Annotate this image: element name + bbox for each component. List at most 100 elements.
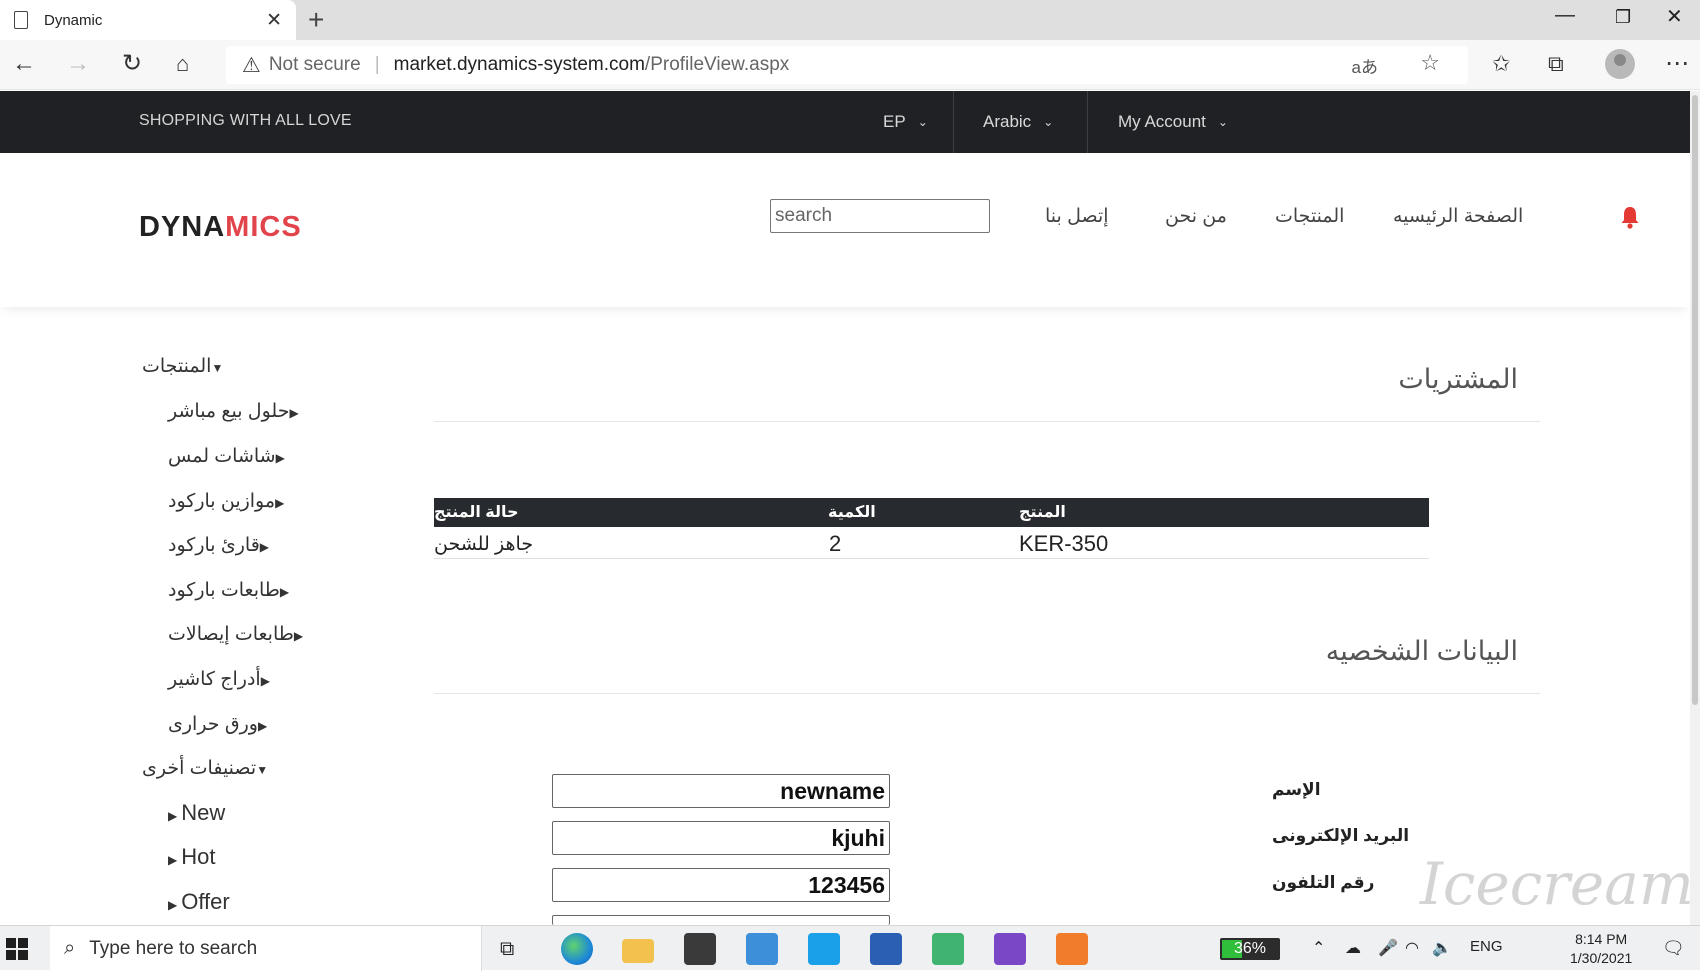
nav-home[interactable]: الصفحة الرئيسيه [1393, 205, 1523, 228]
windows-start-icon[interactable] [6, 938, 28, 960]
sidebar-item[interactable]: ▶ورق حرارى [168, 713, 271, 736]
sidebar-item[interactable]: ▶شاشات لمس [168, 445, 289, 468]
onedrive-icon[interactable]: ☁ [1345, 938, 1361, 958]
read-aloud-icon[interactable]: aあ [1352, 53, 1378, 78]
caret-down-icon: ▼ [211, 361, 224, 375]
sidebar-item[interactable]: ▶قارئ باركود [168, 534, 273, 557]
notifications-icon[interactable]: 🗨 [1662, 938, 1685, 959]
recorder-watermark-logo: Icecream [1420, 850, 1694, 918]
label-email: البريد الإلكترونى [1272, 826, 1410, 845]
clock-date: 1/30/2021 [1570, 950, 1633, 966]
search-input[interactable] [770, 199, 990, 233]
sidebar-heading-label: المنتجات [142, 356, 212, 377]
caret-right-icon: ▶ [168, 853, 178, 867]
minimize-icon[interactable]: — [1555, 4, 1575, 27]
add-favorite-icon[interactable]: ☆ [1420, 50, 1440, 76]
sidebar-item[interactable]: ▶حلول بيع مباشر [168, 400, 303, 423]
edge-icon[interactable] [561, 933, 593, 965]
logo-text-dark: DYNA [139, 211, 226, 243]
caret-right-icon: ▶ [259, 540, 270, 554]
divider [1087, 91, 1088, 153]
more-icon[interactable]: ⋯ [1665, 50, 1689, 78]
chevron-down-icon: ⌄ [1217, 115, 1228, 129]
back-icon[interactable]: ← [12, 50, 36, 78]
new-tab-icon[interactable]: + [308, 4, 324, 36]
col-quantity: الكمية [828, 504, 876, 521]
caret-right-icon: ▶ [275, 451, 285, 465]
cell-status: جاهز للشحن [434, 534, 534, 555]
address-bar[interactable]: ⚠ Not secure | market.dynamics-system.co… [226, 46, 1468, 84]
divider [434, 693, 1540, 694]
task-view-icon[interactable]: ⧉ [500, 938, 514, 961]
lync-icon[interactable] [808, 933, 840, 965]
email-field[interactable] [552, 821, 890, 855]
nav-about[interactable]: من نحن [1165, 205, 1227, 228]
purchases-title: المشتريات [1398, 364, 1518, 394]
forward-icon[interactable]: → [66, 50, 90, 78]
battery-percent: 36% [1233, 940, 1267, 957]
volume-icon[interactable]: 🔈 [1432, 938, 1452, 958]
sidebar-item-offer[interactable]: ▶ Offer [168, 889, 230, 915]
profile-avatar[interactable] [1605, 49, 1635, 79]
currency-label: EP [883, 112, 906, 131]
refresh-icon[interactable]: ↻ [122, 50, 142, 78]
tab-title: Dynamic [44, 11, 103, 29]
sidebar-item[interactable]: ▶طابعات إيصالات [168, 623, 307, 646]
browser-tab[interactable]: Dynamic ✕ [0, 0, 296, 40]
visual-studio-icon[interactable] [994, 933, 1026, 965]
collections-icon[interactable]: ⧉ [1548, 50, 1564, 78]
sidebar-heading-products[interactable]: ▼المنتجات [142, 355, 227, 378]
battery-indicator[interactable]: 36% [1220, 938, 1280, 960]
home-icon[interactable]: ⌂ [176, 50, 189, 78]
phone-field[interactable] [552, 868, 890, 902]
sidebar-item-label: طابعات إيصالات [168, 624, 294, 645]
sidebar-item[interactable]: ▶أدراج كاشير [168, 668, 274, 691]
browser-toolbar: ← → ↻ ⌂ ⚠ Not secure | market.dynamics-s… [0, 40, 1700, 90]
browser-tab-bar: Dynamic ✕ + — ❐ ✕ [0, 0, 1700, 40]
address-separator: | [374, 54, 380, 75]
file-explorer-icon[interactable] [622, 939, 654, 963]
sidebar-item-label: أدراج كاشير [168, 669, 261, 690]
language-dropdown[interactable]: Arabic ⌄ [983, 91, 1053, 153]
chevron-down-icon: ⌄ [917, 115, 928, 129]
sidebar-item-label: شاشات لمس [168, 446, 276, 467]
wifi-icon[interactable]: ◠ [1405, 938, 1419, 958]
recorder-icon[interactable] [1056, 933, 1088, 965]
store-icon[interactable] [684, 933, 716, 965]
sidebar-heading-other[interactable]: ▼تصنيفات أخرى [142, 757, 272, 780]
clock-time: 8:14 PM [1575, 931, 1628, 947]
restore-icon[interactable]: ❐ [1615, 7, 1631, 28]
taskbar-search[interactable]: ⌕ Type here to search [50, 926, 482, 971]
next-field-partial[interactable] [552, 915, 890, 925]
window-close-icon[interactable]: ✕ [1666, 4, 1683, 29]
favorites-icon[interactable]: ✩ [1492, 50, 1510, 78]
account-dropdown[interactable]: My Account ⌄ [1118, 91, 1228, 153]
mail-icon[interactable] [746, 933, 778, 965]
site-logo[interactable]: DYNAMICS [139, 211, 302, 244]
sidebar-item-hot[interactable]: ▶ Hot [168, 844, 215, 870]
sidebar-item[interactable]: ▶طابعات باركود [168, 579, 293, 602]
show-hidden-icons-icon[interactable]: ⌃ [1312, 938, 1325, 958]
sidebar-item[interactable]: ▶موازين باركود [168, 490, 288, 513]
sidebar-item-label: حلول بيع مباشر [168, 401, 290, 422]
microphone-icon[interactable]: 🎤 [1378, 938, 1398, 958]
close-tab-icon[interactable]: ✕ [266, 9, 282, 32]
bell-icon[interactable] [1620, 205, 1640, 229]
word-icon[interactable] [870, 933, 902, 965]
site-top-strip: SHOPPING WITH ALL LOVE EP ⌄ Arabic ⌄ My … [0, 91, 1690, 153]
system-clock[interactable]: 8:14 PM 1/30/2021 [1570, 930, 1632, 968]
nav-products[interactable]: المنتجات [1275, 205, 1344, 228]
caret-right-icon: ▶ [279, 585, 290, 599]
caret-right-icon: ▶ [260, 674, 270, 688]
currency-dropdown[interactable]: EP ⌄ [883, 91, 928, 153]
page-scrollbar-thumb[interactable] [1692, 95, 1698, 705]
language-indicator[interactable]: ENG [1470, 938, 1503, 955]
label-name: الإسم [1272, 780, 1321, 799]
name-field[interactable] [552, 774, 890, 808]
not-secure-label: Not secure [268, 54, 361, 75]
sidebar-item-label: موازين باركود [168, 491, 276, 512]
nav-contact[interactable]: إتصل بنا [1045, 205, 1109, 228]
excel-icon[interactable] [932, 933, 964, 965]
logo-text-red: MICS [225, 211, 302, 243]
sidebar-item-new[interactable]: ▶ New [168, 800, 225, 826]
